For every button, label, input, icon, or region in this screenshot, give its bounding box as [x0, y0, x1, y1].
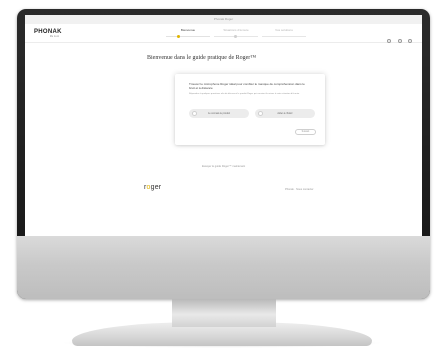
next-button[interactable]: Suivant: [295, 129, 316, 135]
hand-icon: [258, 111, 263, 116]
step-solutions-bar: [262, 36, 306, 37]
globe-icon[interactable]: [408, 39, 412, 43]
footer-links[interactable]: Phonak · Nous contacter: [285, 188, 314, 191]
step-listening[interactable]: Situations d'écoute: [213, 28, 259, 32]
option-help-choose-label: Aider à choisir: [277, 112, 293, 115]
browser-title: Phonak Roger: [213, 17, 234, 21]
option-know-product-label: Je connais le produit: [208, 112, 230, 115]
monitor-screen: Phonak Roger PHONAK life is on Bienvenue…: [25, 15, 422, 236]
step-solutions[interactable]: Vos solutions: [261, 28, 307, 32]
user-icon[interactable]: [397, 39, 402, 43]
header-icon-group: [385, 30, 412, 48]
monitor-chin: [17, 236, 430, 299]
roger-logo[interactable]: roger: [144, 184, 161, 191]
question-dialog: Trouvez le microphone Roger idéal pour c…: [175, 74, 325, 145]
step-welcome[interactable]: Bienvenue: [165, 28, 211, 32]
roger-logo-ger: ger: [150, 184, 162, 191]
monitor-stand-neck: [172, 299, 276, 327]
dialog-question: Trouvez le microphone Roger idéal pour c…: [189, 82, 305, 90]
page-title: Bienvenue dans le guide pratique de Roge…: [147, 55, 257, 61]
dialog-description: Répondez à quelques questions afin de dé…: [189, 93, 300, 95]
step-welcome-indicator: [177, 35, 180, 38]
option-help-choose-button[interactable]: Aider à choisir: [255, 109, 315, 118]
step-listening-indicator: [234, 35, 237, 38]
site-header: PHONAK life is on Bienvenue Situations d…: [25, 24, 422, 43]
search-icon[interactable]: [387, 39, 392, 43]
phonak-tagline: life is on: [50, 35, 60, 38]
try-guide-link[interactable]: Essayer le guide Roger™ maintenant: [25, 165, 422, 168]
ear-icon: [192, 111, 197, 116]
step-welcome-bar: [166, 36, 210, 37]
option-know-product-button[interactable]: Je connais le produit: [189, 109, 249, 118]
